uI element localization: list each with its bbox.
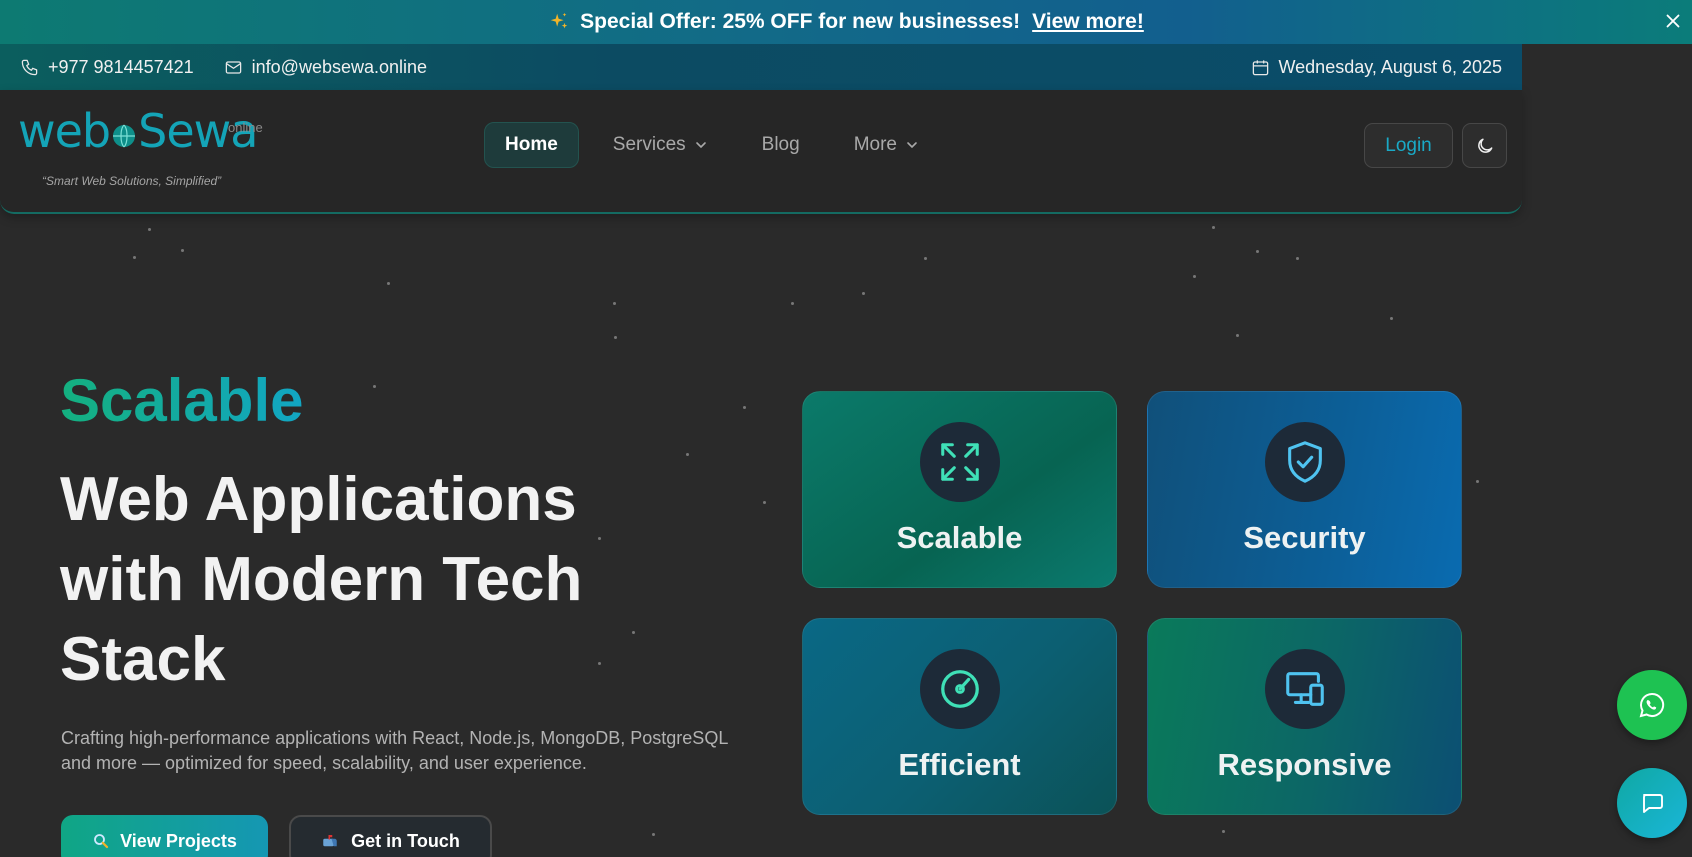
get-in-touch-button[interactable]: Get in Touch [289,815,492,857]
view-more-link[interactable]: View more! [1032,10,1144,34]
feature-card-efficient: Efficient [802,618,1117,815]
gauge-icon [919,649,1000,729]
brand-suffix: online [228,120,263,135]
view-projects-label: View Projects [120,830,237,851]
feature-label: Responsive [1217,747,1392,782]
sparkles-icon [548,11,570,33]
nav-menu: Home Services Blog More [484,122,939,168]
chevron-down-icon [905,138,919,152]
offer-text: Special Offer: 25% OFF for new businesse… [580,10,1021,33]
hero-description: Crafting high-performance applications w… [61,728,728,773]
phone-icon [20,58,39,77]
email-address: info@websewa.online [251,56,428,77]
feature-label: Efficient [898,747,1021,782]
nav-item-services[interactable]: Services [593,122,728,168]
close-icon[interactable] [1662,10,1684,32]
devices-icon [1264,649,1345,729]
brand-name-part1: web [18,104,111,158]
chevron-down-icon [694,138,708,152]
theme-toggle-button[interactable] [1462,123,1507,168]
mailbox-icon [321,832,339,850]
feature-card-security: Security [1147,391,1462,588]
login-button[interactable]: Login [1364,123,1453,168]
feature-card-responsive: Responsive [1147,618,1462,815]
nav-item-label: More [853,134,897,155]
contact-strip: +977 9814457421 info@websewa.online Wedn… [0,44,1522,90]
whatsapp-button[interactable] [1617,670,1687,740]
feature-label: Scalable [896,520,1023,555]
phone-number: +977 9814457421 [48,56,194,77]
nav-item-home[interactable]: Home [484,122,579,168]
nav-item-label: Home [505,134,558,155]
email-contact[interactable]: info@websewa.online [224,57,427,78]
nav-item-blog[interactable]: Blog [742,122,820,168]
whatsapp-icon [1638,691,1666,719]
nav-item-label: Services [612,134,686,155]
mail-icon [224,58,243,77]
chat-button[interactable] [1617,768,1687,838]
get-in-touch-label: Get in Touch [351,830,460,851]
moon-icon [1475,136,1495,156]
date-text: Wednesday, August 6, 2025 [1278,56,1503,77]
feature-label: Security [1243,520,1366,555]
main-navbar: web Sewa online “Smart Web Solutions, Sim… [0,90,1522,214]
expand-arrows-icon [919,422,1000,502]
view-projects-button[interactable]: View Projects [61,815,268,857]
calendar-icon [1251,58,1270,77]
nav-item-more[interactable]: More [834,122,939,168]
announcement-bar: Special Offer: 25% OFF for new businesse… [0,0,1692,44]
brand-logo[interactable]: web Sewa online “Smart Web Solutions, Sim… [18,104,268,188]
shield-check-icon [1264,422,1345,502]
feature-card-scalable: Scalable [802,391,1117,588]
brand-tagline: “Smart Web Solutions, Simplified” [42,174,222,188]
nav-item-label: Blog [761,134,800,155]
chat-bubble-icon [1638,789,1666,817]
current-date: Wednesday, August 6, 2025 [1251,56,1503,78]
hero-accent-word: Scalable [60,367,304,434]
phone-contact[interactable]: +977 9814457421 [20,57,194,78]
magnifier-icon [92,832,110,850]
globe-icon [111,123,137,149]
hero-title: Web Applications with Modern Tech Stack [60,465,583,694]
